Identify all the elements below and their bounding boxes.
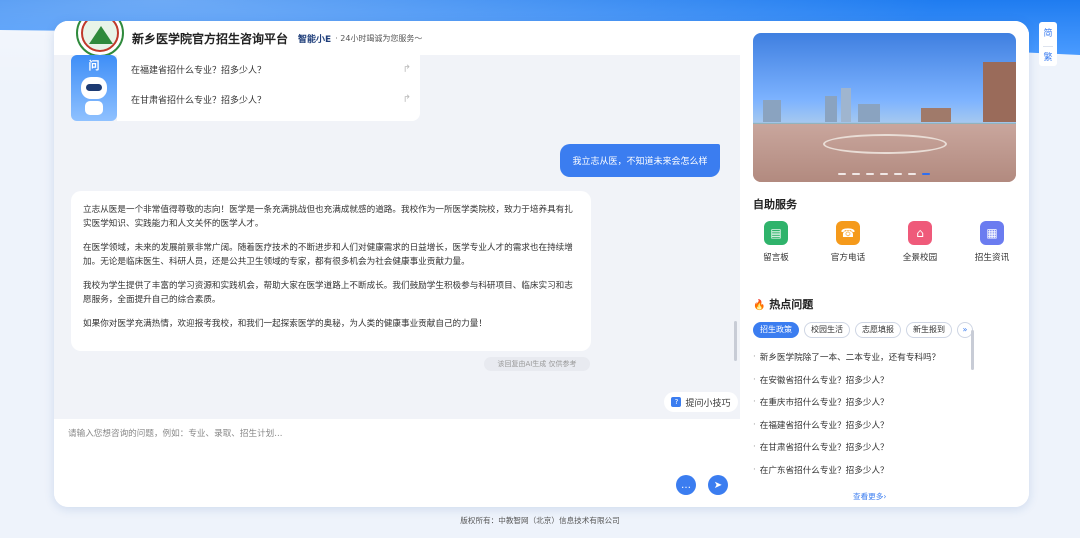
hot-question-list: 新乡医学院除了一本、二本专业，还有专科吗？ 在安徽省招什么专业？招多少人？ 在重… <box>753 346 1013 481</box>
site-title: 新乡医学院官方招生咨询平台 <box>132 31 289 46</box>
robot-icon <box>81 77 107 99</box>
hot-question-item[interactable]: 新乡医学院除了一本、二本专业，还有专科吗？ <box>753 346 1013 369</box>
bot-avatar: 问 <box>71 55 117 121</box>
logo-emblem-icon <box>81 21 119 52</box>
robot-body-icon <box>85 101 103 115</box>
hot-question-item[interactable]: 在福建省招什么专业？招多少人？ <box>753 414 1013 437</box>
carousel-dot[interactable] <box>880 173 888 175</box>
service-message-board[interactable]: ▤ 留言板 <box>746 221 806 263</box>
banner-building <box>921 108 951 122</box>
banner-building <box>825 96 837 122</box>
tab-admission-policy[interactable]: 招生政策 <box>753 322 799 338</box>
hot-questions-title: 🔥 热点问题 <box>753 296 813 312</box>
flame-icon: 🔥 <box>753 300 766 311</box>
service-phone[interactable]: ☎ 官方电话 <box>818 221 878 263</box>
send-icon: ➤ <box>713 479 723 491</box>
carousel-dot[interactable] <box>894 173 902 175</box>
answer-paragraph: 如果你对医学充满热情，欢迎报考我校，和我们一起探索医学的奥秘，为人类的健康事业贡… <box>83 319 487 329</box>
suggested-question-text: 在福建省招什么专业？招多少人？ <box>131 65 267 76</box>
service-campus[interactable]: ⌂ 全景校园 <box>890 221 950 263</box>
input-area: … ➤ <box>54 419 740 507</box>
service-news[interactable]: ▦ 招生资讯 <box>962 221 1022 263</box>
bot-answer-bubble: 立志从医是一个非常值得尊敬的志向！医学是一条充满挑战但也充满成就感的道路。我校作… <box>71 191 591 351</box>
answer-paragraph: 我校为学生提供了丰富的学习资源和实践机会，帮助大家在医学道路上不断成长。我们鼓励… <box>83 281 573 305</box>
hot-list-scrollbar[interactable] <box>971 330 974 370</box>
service-label: 招生资讯 <box>974 253 1010 263</box>
question-tips-button[interactable]: ? 提问小技巧 <box>664 392 738 412</box>
suggested-questions-card: 在福建省招什么专业？招多少人？ ↱ 在甘肃省招什么专业？招多少人？ ↱ <box>117 55 420 121</box>
question-tips-label: 提问小技巧 <box>685 398 731 409</box>
chat-scrollbar[interactable] <box>734 321 737 361</box>
send-button[interactable]: ➤ <box>708 475 728 495</box>
tab-application[interactable]: 志愿填报 <box>855 322 901 338</box>
chat-bubble-icon: … <box>681 479 691 491</box>
hot-question-item[interactable]: 在安徽省招什么专业？招多少人？ <box>753 369 1013 392</box>
tab-freshman[interactable]: 新生报到 <box>906 322 952 338</box>
service-label: 官方电话 <box>830 253 866 263</box>
footer-copyright: 版权所有：中教智网（北京）信息技术有限公司 <box>460 516 620 525</box>
carousel-dots <box>838 173 930 175</box>
lang-traditional-button[interactable]: 繁 <box>1043 45 1053 63</box>
language-switch: 简 繁 <box>1039 22 1057 66</box>
news-icon: ▦ <box>980 221 1004 245</box>
view-more-link[interactable]: 查看更多› <box>853 491 886 502</box>
campus-icon: ⌂ <box>908 221 932 245</box>
carousel-dot[interactable] <box>908 173 916 175</box>
carousel-dot[interactable] <box>838 173 846 175</box>
suggested-question[interactable]: 在甘肃省招什么专业？招多少人？ ↱ <box>131 89 411 109</box>
carousel-dot[interactable] <box>866 173 874 175</box>
service-label: 全景校园 <box>902 253 938 263</box>
share-arrow-icon: ↱ <box>402 63 411 75</box>
carousel-dot[interactable] <box>852 173 860 175</box>
banner-building <box>983 62 1016 122</box>
ai-disclaimer-badge: 该回复由AI生成 仅供参考 <box>484 357 590 371</box>
assistant-brand: 智能小E <box>298 34 332 45</box>
user-message-bubble: 我立志从医，不知道未来会怎么样 <box>560 144 720 177</box>
question-mark-icon: ? <box>671 397 682 407</box>
chat-panel: 新乡医学院官方招生咨询平台 智能小E · 24小时竭诚为您服务～ 问 在福建省招… <box>54 21 740 507</box>
hot-tabs: 招生政策 校园生活 志愿填报 新生报到 » <box>753 322 1023 338</box>
hot-question-item[interactable]: 在重庆市招什么专业？招多少人？ <box>753 391 1013 414</box>
share-arrow-icon: ↱ <box>402 93 411 105</box>
service-label: 留言板 <box>763 253 789 263</box>
chat-bubble-button[interactable]: … <box>676 475 696 495</box>
hot-question-item[interactable]: 在甘肃省招什么专业？招多少人？ <box>753 436 1013 459</box>
tab-campus-life[interactable]: 校园生活 <box>804 322 850 338</box>
self-service-title: 自助服务 <box>753 198 797 211</box>
message-board-icon: ▤ <box>764 221 788 245</box>
lang-simplified-button[interactable]: 简 <box>1043 26 1052 39</box>
phone-icon: ☎ <box>836 221 860 245</box>
banner-building <box>858 104 880 122</box>
hot-question-item[interactable]: 在广东省招什么专业？招多少人？ <box>753 459 1013 482</box>
question-input[interactable] <box>68 427 708 467</box>
banner-building <box>763 100 781 122</box>
hot-questions-title-text: 热点问题 <box>769 298 814 311</box>
banner-building <box>841 88 851 122</box>
carousel-dot[interactable] <box>922 173 930 175</box>
main-card: 新乡医学院官方招生咨询平台 智能小E · 24小时竭诚为您服务～ 问 在福建省招… <box>54 21 1029 507</box>
user-message-text: 我立志从医，不知道未来会怎么样 <box>572 157 708 167</box>
suggested-question-text: 在甘肃省招什么专业？招多少人？ <box>131 95 267 106</box>
bot-avatar-label: 问 <box>88 59 100 72</box>
suggested-question[interactable]: 在福建省招什么专业？招多少人？ ↱ <box>131 59 411 79</box>
header: 新乡医学院官方招生咨询平台 智能小E · 24小时竭诚为您服务～ <box>54 21 740 55</box>
sidebar: 自助服务 ▤ 留言板 ☎ 官方电话 ⌂ 全景校园 ▦ 招生资讯 🔥 热点问题 招… <box>740 21 1029 507</box>
answer-paragraph: 在医学领域，未来的发展前景非常广阔。随着医疗技术的不断进步和人们对健康需求的日益… <box>83 243 573 267</box>
campus-banner[interactable] <box>753 33 1016 182</box>
assistant-tagline: · 24小时竭诚为您服务～ <box>335 33 423 43</box>
answer-paragraph: 立志从医是一个非常值得尊敬的志向！医学是一条充满挑战但也充满成就感的道路。我校作… <box>83 205 573 229</box>
